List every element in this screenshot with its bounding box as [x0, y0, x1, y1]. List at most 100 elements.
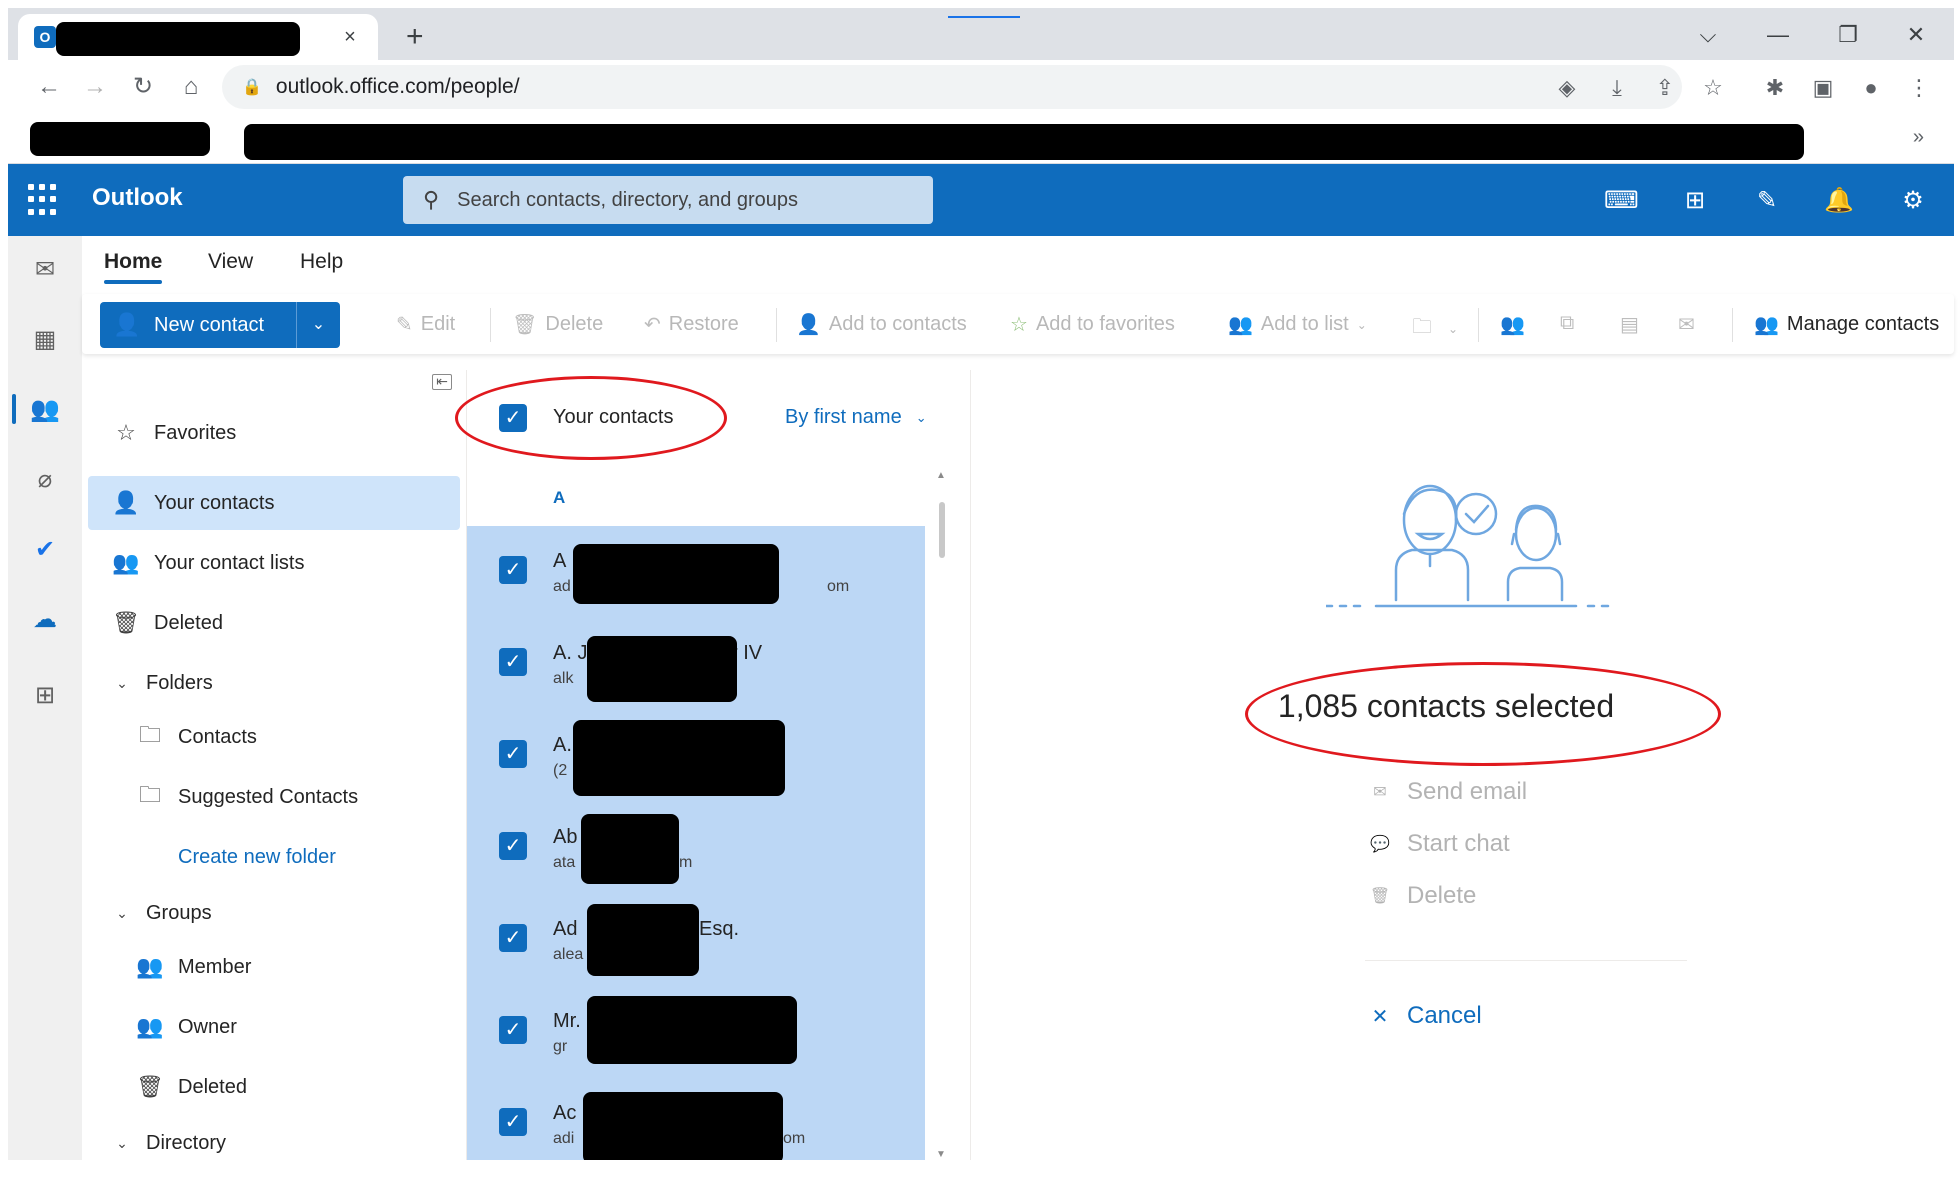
minimize-icon[interactable]: —: [1758, 22, 1798, 48]
tab-help[interactable]: Help: [300, 250, 343, 274]
redaction-mark: [583, 1092, 783, 1160]
list-item[interactable]: ✓ A i ad om: [467, 526, 925, 618]
tab-view[interactable]: View: [208, 250, 253, 274]
nav-contacts-folder[interactable]: 🗀 Contacts: [88, 710, 460, 764]
settings-gear-icon[interactable]: ⚙: [1896, 184, 1930, 218]
nav-deleted[interactable]: 🗑 Deleted: [88, 596, 460, 650]
edit-button[interactable]: ✎ Edit: [396, 312, 455, 337]
teams-chat-icon[interactable]: ⌨: [1604, 184, 1639, 218]
scroll-thumb[interactable]: [939, 502, 945, 558]
delete-button[interactable]: 🗑 Delete: [512, 312, 603, 337]
list-item[interactable]: ✓ Mr. gr: [467, 986, 925, 1078]
extension-icon[interactable]: ◈: [1552, 75, 1582, 101]
nav-groups-deleted[interactable]: 🗑 Deleted: [88, 1060, 460, 1114]
app-launcher-icon[interactable]: [28, 184, 60, 216]
close-icon: ✕: [1371, 1005, 1389, 1028]
nav-groups-group[interactable]: ⌄ Groups: [88, 886, 460, 940]
menu-kebab-icon[interactable]: ⋮: [1904, 75, 1934, 101]
nav-folders-group[interactable]: ⌄ Folders: [88, 656, 460, 710]
cancel-button[interactable]: ✕ Cancel: [1369, 1002, 1482, 1030]
collapse-pane-icon[interactable]: ⇤: [432, 374, 452, 390]
list-item[interactable]: ✓ A. (2: [467, 710, 925, 802]
send-email-action[interactable]: ✉ Send email: [1369, 778, 1527, 806]
back-icon[interactable]: ←: [34, 74, 64, 100]
row-checkbox[interactable]: ✓: [499, 1108, 527, 1136]
people-icon[interactable]: 👥: [8, 382, 82, 436]
bookmark-star-icon[interactable]: ☆: [1698, 75, 1728, 101]
bookmarks-bar: »: [8, 114, 1954, 164]
sort-dropdown[interactable]: By first name ⌄: [785, 406, 927, 429]
add-group-button[interactable]: 👥: [1500, 312, 1533, 337]
new-contact-dropdown-chevron-icon[interactable]: ⌄: [296, 302, 340, 348]
row-checkbox[interactable]: ✓: [499, 740, 527, 768]
nav-groups-member[interactable]: 👥 Member: [88, 940, 460, 994]
trash-icon: 🗑: [1369, 888, 1391, 905]
bookmarks-overflow-icon[interactable]: »: [1913, 126, 1924, 149]
whats-new-icon[interactable]: ✎: [1750, 184, 1784, 218]
office-icon[interactable]: ⊞: [1678, 184, 1712, 218]
nav-directory-group[interactable]: ⌄ Directory: [88, 1116, 460, 1170]
trash-icon: 🗑: [136, 1074, 164, 1099]
delete-action[interactable]: 🗑 Delete: [1369, 882, 1477, 910]
add-to-list-button[interactable]: 👥 Add to list ⌄: [1228, 312, 1367, 337]
home-icon[interactable]: ⌂: [176, 74, 206, 100]
row-checkbox[interactable]: ✓: [499, 1016, 527, 1044]
row-checkbox[interactable]: ✓: [499, 832, 527, 860]
more-apps-icon[interactable]: ⊞: [8, 668, 82, 722]
browser-toolbar: ← → ↻ ⌂ 🔒 outlook.office.com/people/ ◈ ⤓…: [8, 60, 1954, 114]
new-contact-button[interactable]: 👤 New contact ⌄: [100, 302, 340, 348]
todo-icon[interactable]: ✔: [8, 522, 82, 576]
tab-search-icon[interactable]: ⌵: [1688, 22, 1728, 48]
address-url[interactable]: outlook.office.com/people/: [276, 75, 520, 99]
nav-suggested-contacts[interactable]: 🗀 Suggested Contacts: [88, 770, 460, 824]
row-checkbox[interactable]: ✓: [499, 924, 527, 952]
create-new-folder-link[interactable]: Create new folder: [88, 830, 460, 884]
puzzle-icon[interactable]: ✱: [1760, 75, 1790, 101]
contact-card-button[interactable]: ▤: [1620, 312, 1647, 337]
row-checkbox[interactable]: ✓: [499, 648, 527, 676]
list-item[interactable]: ✓ Ad Esq. alea: [467, 894, 925, 986]
restore-icon[interactable]: ❐: [1828, 22, 1868, 48]
search-box[interactable]: ⚲ Search contacts, directory, and groups: [403, 176, 933, 224]
notifications-bell-icon[interactable]: 🔔: [1822, 184, 1856, 218]
nav-label: Create new folder: [178, 845, 336, 868]
mail-icon[interactable]: ✉: [8, 242, 82, 296]
attachment-icon[interactable]: ⌀: [8, 452, 82, 506]
start-chat-action[interactable]: 💬 Start chat: [1369, 830, 1510, 858]
manage-contacts-button[interactable]: 👥 Manage contacts: [1754, 312, 1939, 337]
add-to-contacts-button[interactable]: 👤 Add to contacts: [796, 312, 967, 337]
list-item[interactable]: ✓ Ab ata m: [467, 802, 925, 894]
app-name[interactable]: Outlook: [92, 184, 183, 212]
folder-move-icon: 🗀: [1412, 316, 1432, 338]
install-icon[interactable]: ⤓: [1602, 75, 1632, 101]
list-item[interactable]: ✓ A. J r IV alk: [467, 618, 925, 710]
list-item[interactable]: ✓ Ac de adi om: [467, 1078, 925, 1160]
new-tab-button[interactable]: +: [406, 22, 424, 52]
tab-close-icon[interactable]: ×: [338, 26, 362, 49]
row-checkbox[interactable]: ✓: [499, 556, 527, 584]
address-bar[interactable]: 🔒 outlook.office.com/people/: [222, 65, 1682, 109]
reload-icon[interactable]: ↻: [128, 74, 158, 100]
contact-list-icon: 👥: [112, 550, 140, 575]
scroll-down-icon[interactable]: ▼: [936, 1149, 946, 1160]
list-scrollbar[interactable]: ▲ ▼: [935, 470, 949, 1160]
scroll-up-icon[interactable]: ▲: [936, 470, 946, 481]
share-icon[interactable]: ⇪: [1650, 75, 1680, 101]
nav-groups-owner[interactable]: 👥 Owner: [88, 1000, 460, 1054]
forward-icon[interactable]: →: [80, 74, 110, 100]
share-contact-button[interactable]: ⧉: [1560, 312, 1582, 335]
tab-home[interactable]: Home: [104, 250, 162, 274]
search-icon: ⚲: [423, 187, 440, 212]
nav-your-contact-lists[interactable]: 👥 Your contact lists: [88, 536, 460, 590]
restore-button[interactable]: ↶ Restore: [644, 312, 739, 337]
calendar-icon[interactable]: ▦: [8, 312, 82, 366]
add-to-favorites-button[interactable]: ☆ Add to favorites: [1010, 312, 1175, 337]
move-to-folder-button[interactable]: 🗀 ⌄: [1412, 312, 1458, 346]
profile-avatar[interactable]: ●: [1856, 75, 1886, 101]
onedrive-icon[interactable]: ☁: [8, 592, 82, 646]
nav-favorites[interactable]: ☆ Favorites: [88, 406, 460, 460]
email-contact-button[interactable]: ✉: [1678, 312, 1703, 337]
side-panel-icon[interactable]: ▣: [1808, 75, 1838, 101]
nav-your-contacts[interactable]: 👤 Your contacts: [88, 476, 460, 530]
window-close-icon[interactable]: ✕: [1896, 22, 1936, 48]
